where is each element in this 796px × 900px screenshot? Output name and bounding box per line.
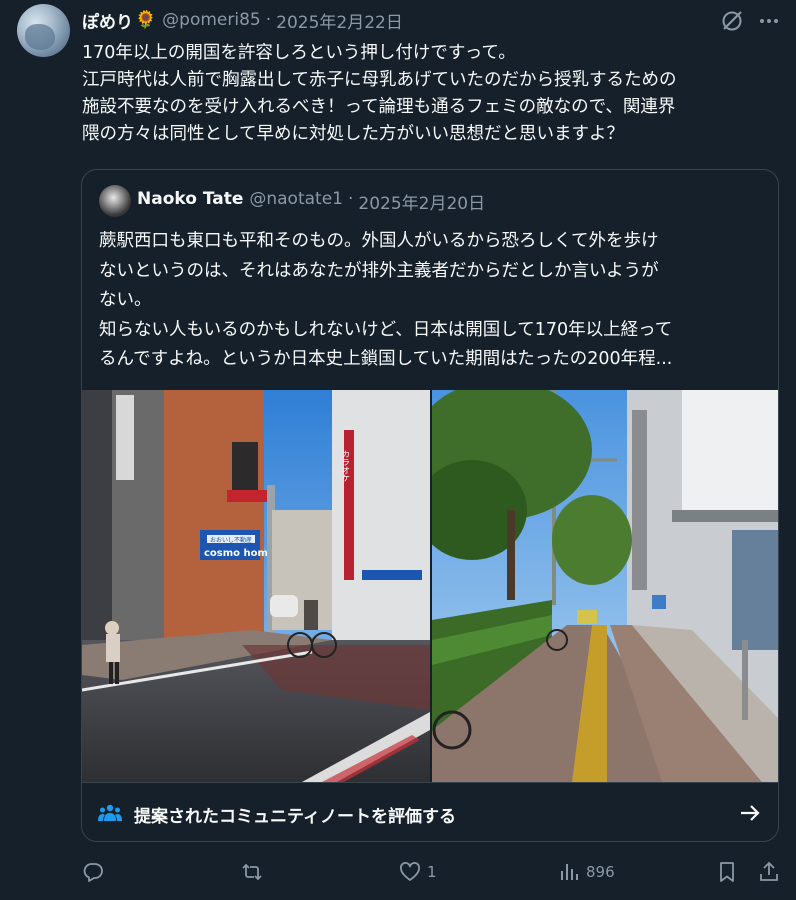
tweet-text: 170年以上の開国を許容しろという押し付けですって。 江戸時代は人前で胸露出して… [82, 40, 782, 148]
more-icon[interactable] [756, 8, 782, 34]
views-icon [561, 864, 578, 880]
quote-author-handle: @naotate1 [249, 189, 343, 209]
author-handle[interactable]: @pomeri85 [162, 10, 261, 30]
bookmark-icon [720, 862, 734, 882]
reply-button[interactable] [82, 861, 104, 883]
author-avatar[interactable] [17, 4, 70, 57]
views-button[interactable]: 896 [558, 861, 615, 883]
like-button[interactable]: 1 [399, 861, 437, 883]
sign-small-text: おおいし不動産 [210, 536, 252, 544]
community-note-label: 提案されたコミュニティノートを評価する [134, 807, 456, 827]
community-note-bar[interactable]: 提案されたコミュニティノートを評価する [82, 782, 778, 841]
tweet-line: 施設不要なのを受け入れるべき！って論理も通るフェミの敵なので、関連界 [82, 97, 676, 117]
view-count: 896 [586, 863, 615, 881]
tweet-line: 隈の方々は同性として早めに対処した方がいい思想だと思いますよ？ [82, 124, 624, 144]
share-button[interactable] [758, 861, 780, 883]
separator-dot: · [347, 189, 354, 209]
tweet-date[interactable]: 2025年2月22日 [276, 8, 403, 33]
sign-cosmo-home: cosmo home [204, 548, 275, 559]
repost-button[interactable] [241, 861, 263, 883]
photo-grid: おおいし不動産 cosmo home カラオケ [82, 390, 778, 782]
like-count: 1 [427, 863, 437, 881]
repost-icon [242, 863, 262, 881]
author-name-emoji: 🌻 [135, 10, 157, 30]
arrow-right-icon [741, 805, 760, 821]
tweet-line: 江戸時代は人前で胸露出して赤子に母乳あげていたのだから授乳するための [82, 70, 677, 90]
street-photo-left[interactable]: おおいし不動産 cosmo home カラオケ [82, 390, 430, 782]
quote-line: ないというのは、それはあなたが排外主義者だからだとしか言いようが [99, 260, 659, 281]
quote-author-name: Naoko Tate [137, 189, 244, 209]
quote-line: 知らない人もいるのかもしれないけど、日本は開国して170年以上経って [99, 319, 673, 340]
author-name[interactable]: ぽめり [82, 8, 133, 33]
quote-text: 蕨駅西口も東口も平和そのもの。外国人がいるから恐ろしくて外を歩け ないというのは… [99, 227, 769, 375]
street-photo-right[interactable] [432, 390, 778, 782]
quote-date: 2025年2月20日 [358, 194, 486, 214]
quote-author-avatar [99, 185, 131, 217]
quote-line: ない。 [99, 290, 152, 310]
community-note-icon [98, 804, 122, 821]
tweet-header: ぽめり 🌻 @pomeri85 · 2025年2月22日 [82, 7, 403, 33]
quote-header: Naoko Tate @naotate1 · 2025年2月20日 [137, 189, 485, 214]
quote-line: るんですよね。というか日本史上鎖国していた期間はたったの200年程... [99, 349, 673, 369]
bookmark-button[interactable] [716, 861, 738, 883]
separator-dot: · [265, 10, 272, 30]
sign-karaoke: カラオケ [342, 450, 351, 482]
share-icon [760, 861, 778, 881]
quoted-tweet[interactable]: Naoko Tate @naotate1 · 2025年2月20日 蕨駅西口も東… [81, 169, 779, 842]
like-icon [400, 862, 420, 881]
reply-icon [83, 863, 103, 882]
tweet-line: 170年以上の開国を許容しろという押し付けですって。 [82, 43, 516, 63]
grok-icon[interactable] [719, 8, 745, 34]
quote-line: 蕨駅西口も東口も平和そのもの。外国人がいるから恐ろしくて外を歩け [99, 231, 659, 251]
tweet-actions: 1 896 [0, 855, 796, 895]
